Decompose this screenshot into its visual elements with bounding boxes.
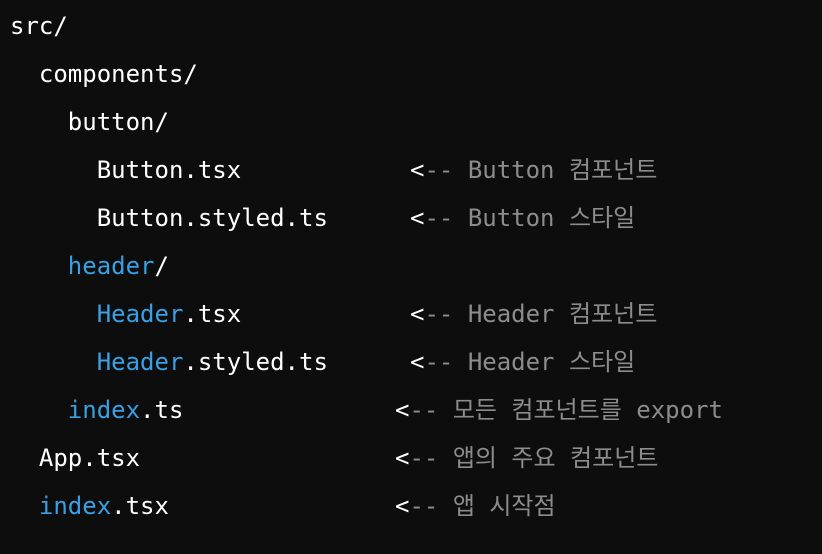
annotation: <-- 앱 시작점: [395, 488, 556, 524]
tree-line: Button.styled.ts <-- Button 스타일: [10, 200, 636, 248]
path-name: components/: [38, 60, 198, 88]
annotation: <-- Button 스타일: [410, 200, 635, 236]
annotation-comment: Button 컴포넌트: [467, 156, 658, 184]
tree-line: Header.tsx <-- Header 컴포넌트: [10, 296, 658, 344]
arrow-shaft: --: [424, 156, 468, 184]
tree-line: header/: [10, 248, 328, 296]
path-name: Button.styled.ts: [96, 204, 328, 232]
path-name-highlight: index: [38, 492, 112, 520]
annotation: <-- Button 컴포넌트: [410, 152, 657, 188]
tree-line: src/: [10, 8, 328, 56]
arrow-head: <: [410, 204, 425, 232]
path-name: .tsx: [183, 300, 242, 328]
annotation: <-- 모든 컴포넌트를 export: [395, 392, 723, 428]
tree-line: index.ts <-- 모든 컴포넌트를 export: [10, 392, 723, 440]
arrow-shaft: --: [424, 204, 468, 232]
arrow-head: <: [410, 156, 425, 184]
arrow-shaft: --: [409, 492, 453, 520]
annotation-comment: 모든 컴포넌트를 export: [452, 396, 723, 424]
arrow-head: <: [395, 492, 410, 520]
tree-line: components/: [10, 56, 328, 104]
tree-line: App.tsx <-- 앱의 주요 컴포넌트: [10, 440, 658, 488]
annotation-comment: Button 스타일: [467, 204, 636, 232]
path-name: .ts: [140, 396, 184, 424]
path-name-highlight: Header: [96, 348, 184, 376]
path-name-highlight: header: [67, 252, 155, 280]
annotation: <-- Header 스타일: [410, 344, 635, 380]
arrow-head: <: [410, 348, 425, 376]
annotation-comment: Header 스타일: [467, 348, 636, 376]
path-name: .styled.ts: [183, 348, 328, 376]
annotation-comment: 앱의 주요 컴포넌트: [452, 444, 659, 472]
annotation-comment: 앱 시작점: [452, 492, 556, 520]
arrow-shaft: --: [424, 348, 468, 376]
path-name: button/: [67, 108, 169, 136]
tree-line: Button.tsx <-- Button 컴포넌트: [10, 152, 658, 200]
annotation: <-- Header 컴포넌트: [410, 296, 657, 332]
path-name: src/: [10, 12, 68, 40]
arrow-head: <: [395, 396, 410, 424]
arrow-head: <: [410, 300, 425, 328]
arrow-shaft: --: [409, 396, 453, 424]
tree-line: Header.styled.ts <-- Header 스타일: [10, 344, 636, 392]
path-name: /: [154, 252, 169, 280]
annotation: <-- 앱의 주요 컴포넌트: [395, 440, 658, 476]
arrow-shaft: --: [409, 444, 453, 472]
path-name-highlight: Header: [96, 300, 184, 328]
path-name-highlight: index: [67, 396, 141, 424]
file-tree-code-block: src/ components/ button/ Button.tsx <-- B…: [10, 8, 723, 536]
arrow-shaft: --: [424, 300, 468, 328]
tree-line: button/: [10, 104, 328, 152]
path-name: .tsx: [111, 492, 169, 520]
annotation-comment: Header 컴포넌트: [467, 300, 658, 328]
arrow-head: <: [395, 444, 410, 472]
path-name: App.tsx: [38, 444, 141, 472]
path-name: Button.tsx: [96, 156, 242, 184]
tree-line: index.tsx <-- 앱 시작점: [10, 488, 556, 536]
